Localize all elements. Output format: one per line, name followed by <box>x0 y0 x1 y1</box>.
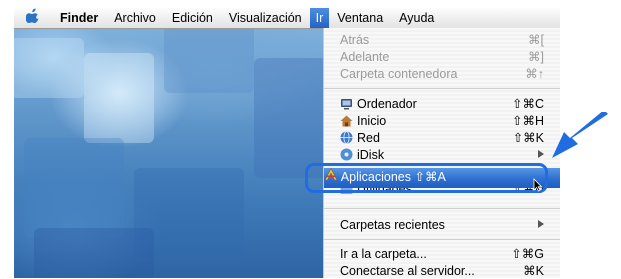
menu-item-shortcut: ⇧⌘C <box>511 97 544 111</box>
submenu-arrow-icon <box>538 220 544 228</box>
mouse-pointer-icon <box>533 178 542 192</box>
menu-item-shortcut: ⌘] <box>528 50 544 64</box>
computer-icon <box>339 97 353 111</box>
menu-item-label: Conectarse al servidor... <box>340 263 475 278</box>
desktop-background <box>14 28 324 278</box>
menu-item-shortcut: ⌘[ <box>528 33 544 47</box>
menu-ir[interactable]: Ir <box>309 8 330 28</box>
menu-item-shortcut: ⇧⌘H <box>511 114 544 128</box>
menu-item-label: Ordenador <box>357 96 417 111</box>
apple-icon[interactable] <box>14 8 52 28</box>
go-menu: Atrás ⌘[ Adelante ⌘] Carpeta contenedora… <box>324 28 560 278</box>
highlight-callout <box>305 163 548 193</box>
menu-ventana[interactable]: Ventana <box>329 8 391 28</box>
menu-item-inicio[interactable]: Inicio ⇧⌘H <box>324 112 560 129</box>
menu-item-label: Atrás <box>340 32 370 47</box>
home-icon <box>339 114 353 128</box>
network-icon <box>339 131 353 145</box>
menu-item-shortcut: ⌘K <box>523 264 544 278</box>
idisk-icon <box>339 148 353 162</box>
menu-finder[interactable]: Finder <box>52 8 106 28</box>
menu-item-carpeta-contenedora[interactable]: Carpeta contenedora ⌘↑ <box>324 65 560 82</box>
menu-edicion[interactable]: Edición <box>164 8 221 28</box>
menu-item-idisk[interactable]: iDisk <box>324 146 560 163</box>
pointing-arrow-icon <box>552 112 608 158</box>
menu-item-adelante[interactable]: Adelante ⌘] <box>324 48 560 65</box>
menu-item-ordenador[interactable]: Ordenador ⇧⌘C <box>324 95 560 112</box>
menu-archivo[interactable]: Archivo <box>106 8 164 28</box>
menu-item-label: Carpetas recientes <box>340 217 445 232</box>
menu-item-atras[interactable]: Atrás ⌘[ <box>324 31 560 48</box>
menu-item-label: Inicio <box>357 113 387 128</box>
menu-item-label: Red <box>357 130 380 145</box>
menu-item-conectarse-al-servidor[interactable]: Conectarse al servidor... ⌘K <box>324 262 560 279</box>
menu-ayuda[interactable]: Ayuda <box>391 8 442 28</box>
menu-item-label: Ir a la carpeta... <box>340 246 427 261</box>
menu-separator <box>324 88 560 89</box>
menu-item-shortcut: ⇧⌘K <box>512 131 544 145</box>
menu-separator <box>324 239 560 240</box>
menu-item-red[interactable]: Red ⇧⌘K <box>324 129 560 146</box>
menu-visualizacion[interactable]: Visualización <box>221 8 310 28</box>
menu-item-shortcut: ⌘↑ <box>525 67 544 81</box>
menu-item-label: iDisk <box>357 147 385 162</box>
menu-item-shortcut: ⇧⌘G <box>511 247 544 261</box>
menu-separator <box>324 208 560 209</box>
menu-item-ir-a-la-carpeta[interactable]: Ir a la carpeta... ⇧⌘G <box>324 245 560 262</box>
menu-bar: Finder Archivo Edición Visualización Ir … <box>14 8 560 29</box>
submenu-arrow-icon <box>538 150 544 158</box>
menu-item-label: Adelante <box>340 49 390 64</box>
menu-item-carpetas-recientes[interactable]: Carpetas recientes <box>324 216 560 233</box>
menu-item-label: Carpeta contenedora <box>340 66 458 81</box>
